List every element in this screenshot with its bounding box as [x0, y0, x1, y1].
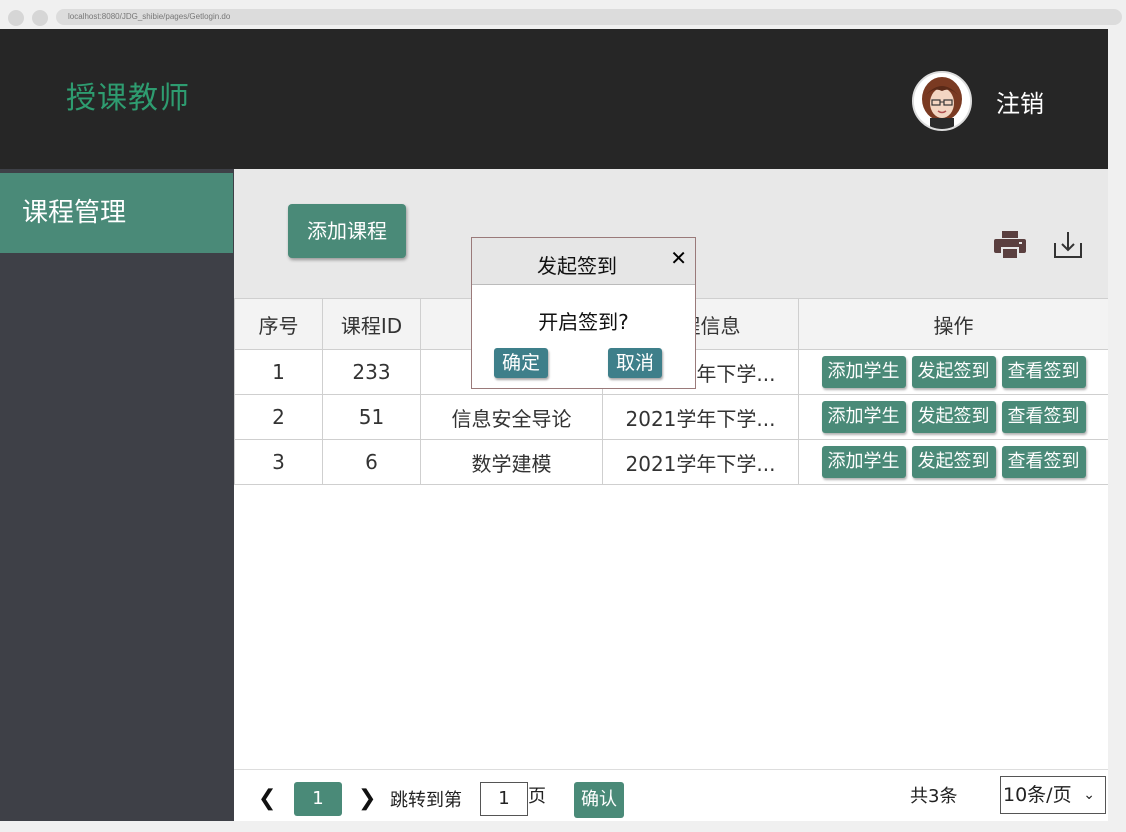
add-student-button[interactable]: 添加学生	[821, 401, 906, 433]
page-unit-label: 页	[528, 786, 546, 807]
add-student-button[interactable]: 添加学生	[821, 356, 906, 388]
course-id: 233	[322, 349, 421, 395]
cancel-button[interactable]: 取消	[608, 348, 663, 378]
sidebar-item-course-management[interactable]: 课程管理	[0, 173, 233, 253]
avatar[interactable]	[912, 71, 972, 131]
chevron-left-icon[interactable]: ❮	[258, 786, 276, 811]
dialog-title: 发起签到	[537, 254, 617, 278]
course-id: 6	[322, 439, 421, 485]
current-page-button[interactable]: 1	[294, 782, 342, 816]
row-actions: 添加学生 发起签到 查看签到	[798, 394, 1108, 440]
app: 授课教师 注销 课程管理 添加课程 序号 课程ID 课程信息 操作 1 233 …	[0, 29, 1108, 821]
column-header: 操作	[798, 298, 1108, 350]
signin-dialog: 发起签到 ✕ 开启签到? 确定 取消	[471, 237, 696, 389]
row-index: 2	[234, 394, 323, 440]
page-size-value: 10条/页	[1003, 784, 1072, 806]
course-id: 51	[322, 394, 421, 440]
add-student-button[interactable]: 添加学生	[821, 446, 906, 478]
row-index: 3	[234, 439, 323, 485]
close-icon[interactable]: ✕	[670, 246, 687, 270]
pagination: ❮ 1 ❯ 跳转到第 1 页 确认 共3条 10条/页 ⌄	[234, 769, 1108, 821]
add-course-button[interactable]: 添加课程	[288, 204, 406, 258]
course-info: 2021学年下学...	[602, 439, 799, 485]
total-count: 共3条	[910, 786, 958, 807]
start-signin-button[interactable]: 发起签到	[911, 401, 996, 433]
view-signin-button[interactable]: 查看签到	[1001, 401, 1086, 433]
header: 授课教师 注销	[0, 29, 1108, 169]
start-signin-button[interactable]: 发起签到	[911, 356, 996, 388]
page-size-select[interactable]: 10条/页 ⌄	[1000, 776, 1106, 814]
confirm-button[interactable]: 确定	[494, 348, 549, 378]
view-signin-button[interactable]: 查看签到	[1001, 356, 1086, 388]
browser-bar: localhost:8080/JDG_shibie/pages/Getlogin…	[0, 0, 1126, 29]
print-icon[interactable]	[994, 231, 1026, 259]
logout-button[interactable]: 注销	[996, 84, 1044, 119]
start-signin-button[interactable]: 发起签到	[911, 446, 996, 478]
jump-to-label: 跳转到第	[390, 790, 462, 811]
view-signin-button[interactable]: 查看签到	[1001, 446, 1086, 478]
course-name: 信息安全导论	[420, 394, 603, 440]
user-avatar-icon	[914, 73, 970, 129]
chevron-down-icon: ⌄	[1083, 787, 1095, 803]
column-header: 课程ID	[322, 298, 421, 350]
dialog-message: 开启签到?	[538, 310, 629, 334]
row-index: 1	[234, 349, 323, 395]
chevron-right-icon[interactable]: ❯	[358, 786, 376, 811]
course-name: 数学建模	[420, 439, 603, 485]
download-icon[interactable]	[1052, 229, 1084, 261]
jump-confirm-button[interactable]: 确认	[574, 782, 624, 818]
row-actions: 添加学生 发起签到 查看签到	[798, 439, 1108, 485]
jump-page-input[interactable]: 1	[480, 782, 528, 816]
table-row: 2 51 信息安全导论 2021学年下学... 添加学生 发起签到 查看签到	[234, 394, 1108, 440]
table-row: 3 6 数学建模 2021学年下学... 添加学生 发起签到 查看签到	[234, 439, 1108, 485]
column-header: 序号	[234, 298, 323, 350]
address-bar[interactable]: localhost:8080/JDG_shibie/pages/Getlogin…	[56, 9, 1122, 25]
row-actions: 添加学生 发起签到 查看签到	[798, 349, 1108, 395]
dialog-header: 发起签到 ✕	[472, 238, 695, 285]
window-dot	[32, 10, 48, 26]
window-dot	[8, 10, 24, 26]
course-info: 2021学年下学...	[602, 394, 799, 440]
scrollbar[interactable]	[1108, 29, 1126, 821]
page-title: 授课教师	[66, 81, 190, 116]
